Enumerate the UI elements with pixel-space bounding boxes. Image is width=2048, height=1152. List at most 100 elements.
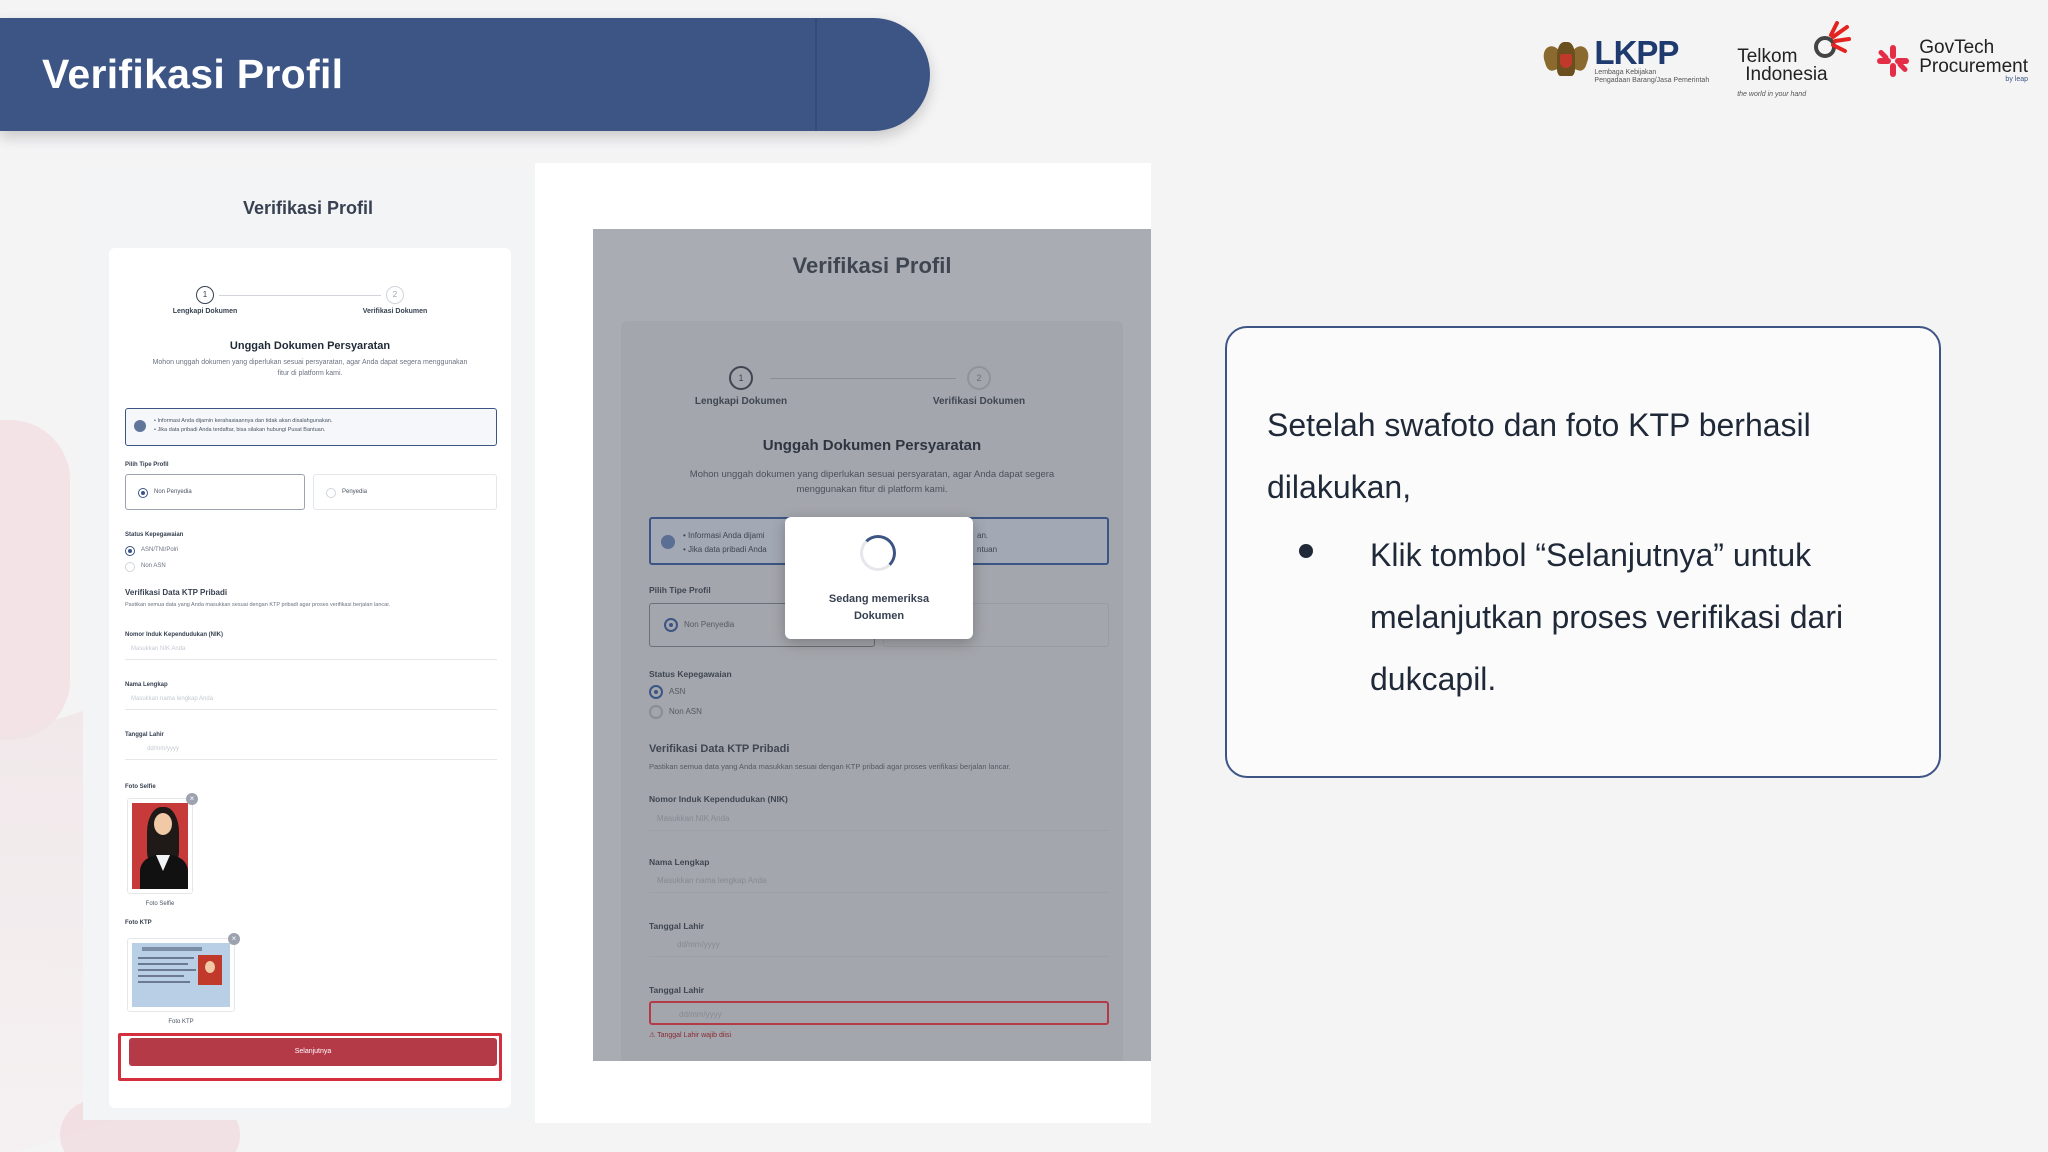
- checking-document-modal: Sedang memeriksa Dokumen: [785, 517, 973, 639]
- dob-label: Tanggal Lahir: [649, 921, 705, 931]
- modal-text-line1: Sedang memeriksa: [828, 593, 930, 605]
- name-placeholder: Masukkan nama lengkap Anda: [657, 876, 767, 885]
- alert-line-tail: ntuan: [977, 544, 998, 554]
- alert-line: • Informasi Anda dijami: [683, 531, 765, 540]
- radio-asn-label: ASN: [669, 687, 686, 696]
- telkom-logo: Telkom Indonesia the world in your hand: [1737, 20, 1852, 101]
- nik-input[interactable]: Masukkan NIK Anda: [125, 640, 497, 660]
- dob-label: Tanggal Lahir: [125, 732, 164, 738]
- alert-line: • Jika data pribadi Anda terdaftar, bisa…: [154, 426, 326, 433]
- name-input[interactable]: Masukkan nama lengkap Anda: [649, 869, 1109, 893]
- info-alert: • Informasi Anda dijamin kerahasiaannya …: [125, 408, 497, 446]
- alert-line: • Informasi Anda dijamin kerahasiaannya …: [154, 418, 333, 424]
- upload-section-title: Unggah Dokumen Persyaratan: [762, 437, 982, 454]
- govtech-line1: GovTech: [1919, 37, 1995, 58]
- selfie-caption: Foto Selfie: [145, 901, 175, 907]
- name-input[interactable]: Masukkan nama lengkap Anda: [125, 690, 497, 710]
- employment-status-label: Status Kepegawaian: [125, 532, 184, 538]
- nik-label: Nomor Induk Kependudukan (NIK): [649, 794, 788, 804]
- garuda-emblem-icon: [1541, 38, 1592, 84]
- govtech-star-icon: [1877, 44, 1910, 77]
- right-screenshot: Verifikasi Profil 1 Lengkapi Dokumen 2 V…: [593, 229, 1151, 1061]
- telkom-tagline: the world in your hand: [1737, 90, 1807, 98]
- slide-title: Verifikasi Profil: [42, 51, 344, 97]
- right-step-1: 1 Lengkapi Dokumen: [686, 366, 796, 407]
- dob-input[interactable]: dd/mm/yyyy: [125, 740, 497, 760]
- profile-option-label: Non Penyedia: [684, 620, 735, 629]
- dob-placeholder: dd/mm/yyyy: [677, 940, 720, 949]
- instruction-intro: Setelah swafoto dan foto KTP berhasil di…: [1267, 407, 1811, 505]
- govtech-line2: Procurement: [1919, 56, 2028, 77]
- instruction-bullet: Klik tombol “Selanjutnya” untuk melanjut…: [1370, 537, 1844, 697]
- radio-selected-icon: [664, 618, 678, 632]
- govtech-logo: GovTech Procurement by leap: [1875, 38, 2028, 83]
- instruction-box: Setelah swafoto dan foto KTP berhasil di…: [1225, 326, 1941, 778]
- left-step-1: 1 Lengkapi Dokumen: [165, 286, 245, 315]
- next-button-highlight: [118, 1033, 502, 1081]
- ktp-image: [132, 943, 230, 1007]
- telkom-line2: Indonesia: [1745, 63, 1828, 85]
- step-label: Verifikasi Dokumen: [362, 308, 428, 315]
- nik-placeholder: Masukkan NIK Anda: [131, 646, 186, 652]
- profile-type-label: Pilih Tipe Profil: [649, 585, 711, 595]
- radio-selected-icon: [138, 488, 148, 498]
- profile-option-label: Penyedia: [342, 489, 368, 495]
- upload-section-subtitle: Mohon unggah dokumen yang diperlukan ses…: [689, 469, 1055, 496]
- dob2-placeholder: dd/mm/yyyy: [679, 1010, 722, 1019]
- left-form-card: 1 Lengkapi Dokumen 2 Verifikasi Dokumen …: [109, 248, 511, 1108]
- alert-line-tail: an.: [977, 531, 989, 540]
- profile-type-label: Pilih Tipe Profil: [125, 462, 169, 468]
- dob-input[interactable]: dd/mm/yyyy: [649, 933, 1109, 957]
- ktp-data-section-title: Verifikasi Data KTP Pribadi: [125, 588, 228, 597]
- profile-option-label: Non Penyedia: [154, 489, 192, 495]
- step-label: Verifikasi Dokumen: [932, 396, 1026, 407]
- left-page-title: Verifikasi Profil: [242, 198, 374, 218]
- dob-placeholder: dd/mm/yyyy: [147, 746, 180, 752]
- remove-icon[interactable]: ×: [228, 933, 240, 945]
- title-banner: Verifikasi Profil: [0, 18, 930, 131]
- info-icon: [661, 535, 675, 549]
- radio-non-asn[interactable]: [649, 705, 663, 719]
- radio-asn[interactable]: [125, 546, 135, 556]
- govtech-byline: by leap: [2005, 76, 2028, 83]
- step-number: 1: [196, 286, 214, 304]
- step-label: Lengkapi Dokumen: [694, 396, 788, 407]
- radio-asn[interactable]: [649, 685, 663, 699]
- loading-spinner-icon: [860, 535, 896, 571]
- modal-text-line2: Dokumen: [853, 609, 905, 622]
- employment-status-label: Status Kepegawaian: [649, 669, 732, 679]
- nik-label: Nomor Induk Kependudukan (NIK): [125, 632, 223, 638]
- profile-option-non-penyedia[interactable]: Non Penyedia: [125, 474, 305, 510]
- radio-asn-label: ASN/TNI/Polri: [141, 547, 179, 553]
- radio-non-asn[interactable]: [125, 562, 135, 572]
- profile-option-penyedia[interactable]: Penyedia: [313, 474, 497, 510]
- telkom-line1: Telkom: [1737, 45, 1798, 67]
- ktp-caption: Foto KTP: [168, 1019, 194, 1025]
- ktp-photo[interactable]: × Foto KTP: [127, 933, 240, 1025]
- partner-logos: LKPP Lembaga Kebijakan Pengadaan Barang/…: [1541, 18, 2028, 103]
- upload-section-title: Unggah Dokumen Persyaratan: [229, 340, 391, 352]
- radio-non-asn-label: Non ASN: [141, 563, 166, 569]
- name-label: Nama Lengkap: [649, 857, 710, 867]
- name-placeholder: Masukkan nama lengkap Anda: [131, 696, 214, 702]
- remove-icon[interactable]: ×: [186, 793, 198, 805]
- dob2-error: ⚠ Tanggal Lahir wajib diisi: [649, 1032, 732, 1039]
- lkpp-wordmark: LKPP: [1594, 33, 1679, 71]
- selfie-photo[interactable]: × Foto Selfie: [127, 793, 198, 907]
- alert-line: • Jika data pribadi Anda: [683, 544, 767, 554]
- nik-input[interactable]: Masukkan NIK Anda: [649, 807, 1109, 831]
- nik-placeholder: Masukkan NIK Anda: [657, 814, 730, 823]
- upload-section-subtitle: Mohon unggah dokumen yang diperlukan ses…: [152, 359, 468, 377]
- selfie-image: [132, 803, 188, 889]
- name-label: Nama Lengkap: [125, 682, 168, 688]
- background-shape: [0, 420, 70, 740]
- lkpp-logo: LKPP Lembaga Kebijakan Pengadaan Barang/…: [1541, 33, 1709, 86]
- radio-non-asn-label: Non ASN: [669, 707, 702, 716]
- radio-unselected-icon: [326, 488, 336, 498]
- ktp-data-section-title: Verifikasi Data KTP Pribadi: [649, 743, 790, 755]
- dob2-input[interactable]: dd/mm/yyyy: [649, 1001, 1109, 1025]
- info-icon: [134, 420, 146, 432]
- step-number: 2: [386, 286, 404, 304]
- telkom-swirl-icon: [1814, 20, 1852, 58]
- left-screenshot: Verifikasi Profil 1 Lengkapi Dokumen 2 V…: [83, 170, 533, 1120]
